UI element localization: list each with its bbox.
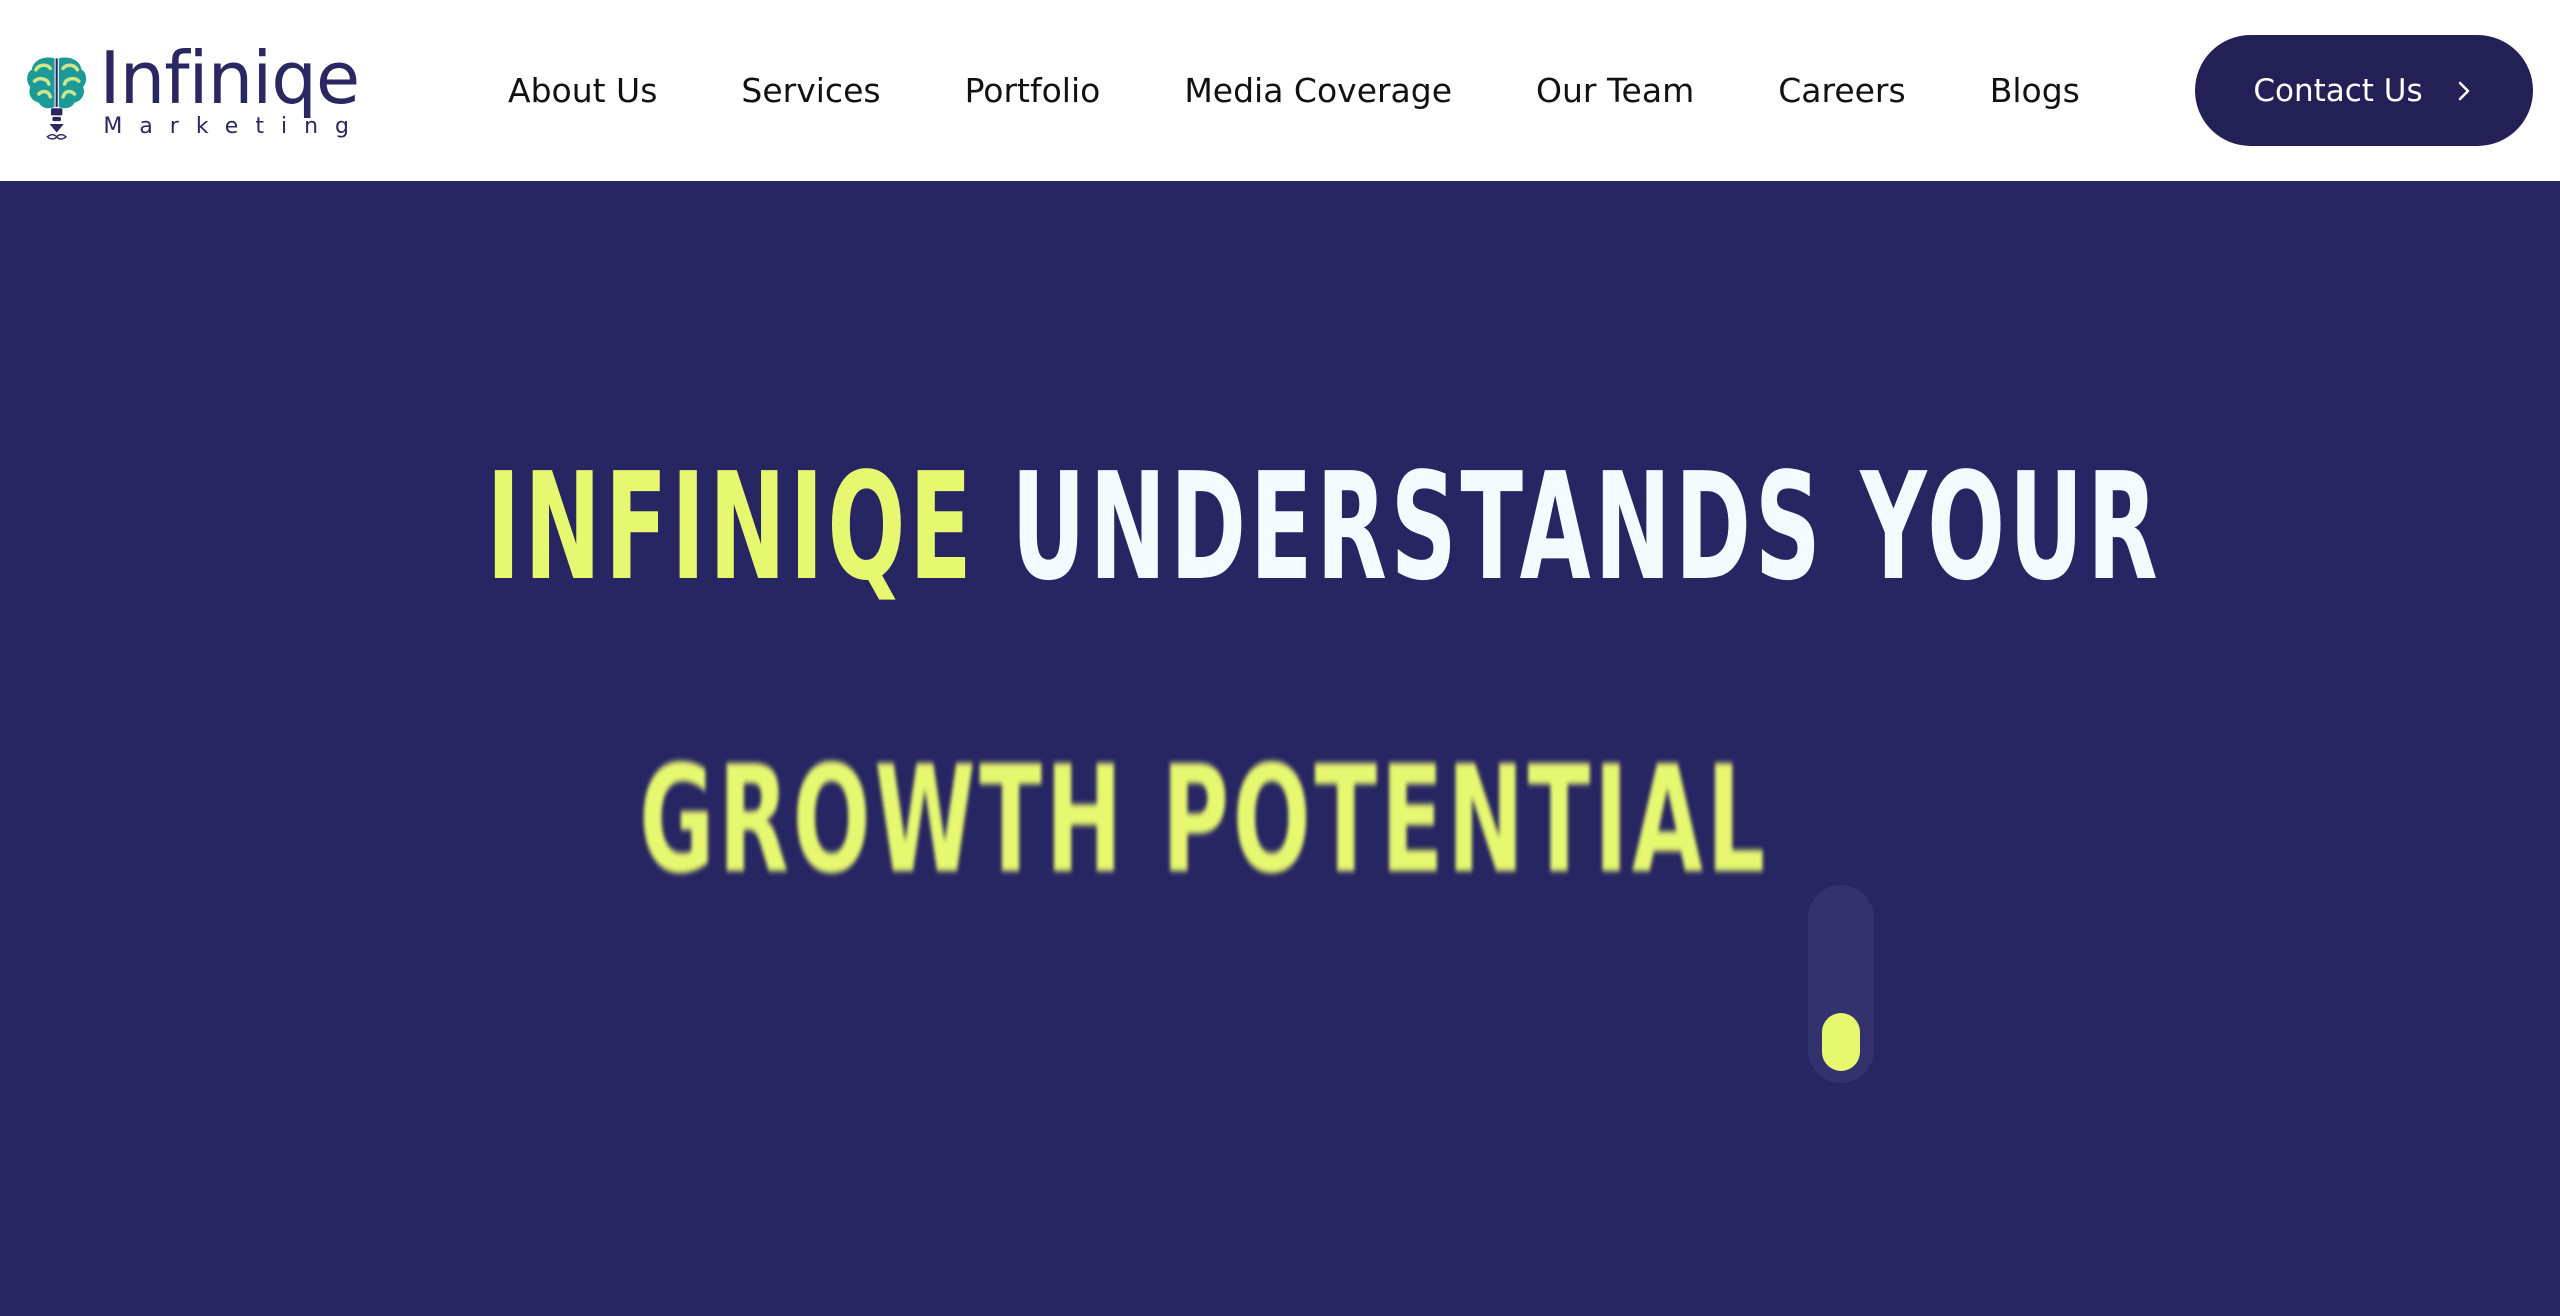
hero-headline-line-1: INFINIQE UNDERSTANDS YOUR — [486, 447, 2157, 607]
nav-services[interactable]: Services — [741, 71, 880, 110]
scroll-indicator-icon[interactable] — [1808, 885, 1874, 1083]
nav-careers[interactable]: Careers — [1778, 71, 1905, 110]
nav-portfolio[interactable]: Portfolio — [965, 71, 1101, 110]
nav-our-team[interactable]: Our Team — [1536, 71, 1694, 110]
main-nav: About Us Services Portfolio Media Covera… — [508, 60, 2080, 120]
nav-blogs[interactable]: Blogs — [1990, 71, 2080, 110]
hero-headline-line-2: GROWTH POTENTIAL — [639, 734, 1769, 906]
brand-wordmark: Infiniqe Marketing — [99, 36, 366, 139]
nav-media-coverage[interactable]: Media Coverage — [1184, 71, 1452, 110]
chevron-right-icon — [2458, 81, 2469, 100]
headline-rest: UNDERSTANDS YOUR — [1011, 441, 2162, 613]
brand-tagline: Marketing — [103, 114, 366, 139]
brand-name: Infiniqe — [99, 36, 360, 120]
contact-us-label: Contact Us — [2253, 72, 2423, 109]
scroll-indicator-dot — [1822, 1013, 1860, 1071]
brand-logo[interactable]: Infiniqe Marketing — [26, 36, 366, 162]
nav-about-us[interactable]: About Us — [508, 71, 657, 110]
contact-us-button[interactable]: Contact Us — [2195, 35, 2533, 146]
brain-bulb-icon — [27, 57, 87, 140]
headline-brand-word: INFINIQE — [486, 441, 976, 613]
site-header: Infiniqe Marketing About Us Services Por… — [0, 0, 2560, 180]
